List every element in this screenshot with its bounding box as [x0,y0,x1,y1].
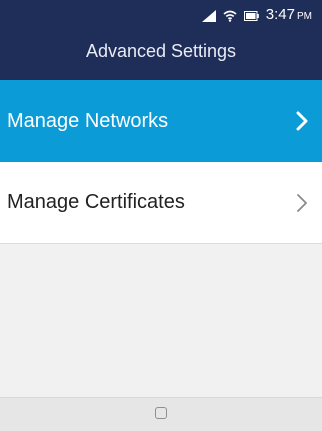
settings-list: Manage Networks Manage Certificates [0,80,322,244]
home-icon[interactable] [155,407,167,419]
battery-icon [243,11,259,21]
wifi-icon [223,10,237,22]
screen: 3:47 PM Advanced Settings Manage Networks… [0,0,322,431]
chevron-right-icon [296,111,308,131]
manage-certificates-label: Manage Certificates [7,191,185,213]
page-title: Advanced Settings [85,41,237,61]
time: 3:47 PM [266,6,312,26]
time-value: 3:47 [265,6,295,23]
header: 3:47 PM Advanced Settings [0,0,322,80]
manage-networks-label: Manage Networks [7,109,169,132]
chevron-right-icon [297,193,307,212]
manage-networks-item[interactable]: Manage Networks [0,80,322,162]
signal-icon [201,10,216,22]
manage-certificates-item[interactable]: Manage Certificates [0,162,322,244]
navigation-bar [0,397,322,431]
time-ampm: PM [297,11,312,22]
status-bar: 3:47 PM [201,6,312,26]
